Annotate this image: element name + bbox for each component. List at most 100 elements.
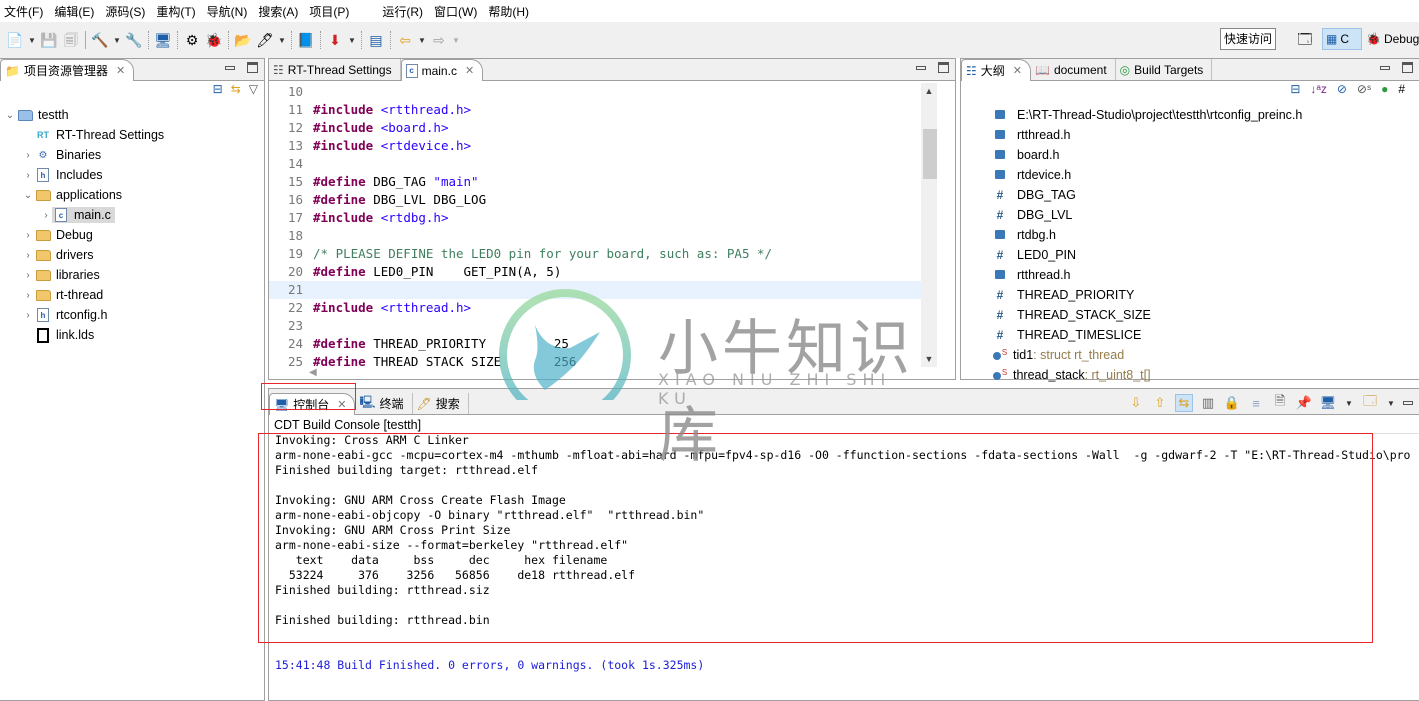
view-menu-icon[interactable]: ▽ [249, 82, 258, 96]
previous-output-icon[interactable]: ⇧ [1151, 394, 1169, 412]
menu-item[interactable]: 重构(T) [152, 3, 202, 20]
sort-az-icon[interactable]: ↓ᵃz [1310, 82, 1326, 96]
outline-item[interactable]: # DBG_LVL [961, 205, 1419, 225]
minimize-icon[interactable] [1380, 66, 1390, 70]
menu-item[interactable]: 搜索(A) [254, 3, 305, 20]
open-console-dropdown-icon[interactable]: ▼ [1385, 392, 1397, 414]
vertical-scrollbar[interactable]: ▲ ▼ [921, 83, 937, 367]
code-line[interactable]: 13 #include <rtdevice.h> [269, 137, 925, 155]
code-editor[interactable]: 10 11 #include <rtthread.h> 12 #include <boa… [269, 83, 925, 367]
tab-outline[interactable]: ☷ 大纲 ✕ [961, 59, 1031, 81]
tree-item[interactable]: › libraries [0, 265, 264, 285]
tree-item[interactable]: ⌄ applications [0, 185, 264, 205]
build-hammer-icon[interactable]: 🔨 [89, 29, 111, 51]
back-arrow-icon[interactable]: ⇦ [394, 29, 416, 51]
code-line[interactable]: 19 /* PLEASE DEFINE the LED0 pin for your… [269, 245, 925, 263]
outline-item[interactable]: rtdbg.h [961, 225, 1419, 245]
tab-project-explorer[interactable]: 📁 项目资源管理器 ✕ [0, 59, 135, 81]
code-line[interactable]: 16 #define DBG_LVL DBG_LOG [269, 191, 925, 209]
code-line[interactable]: 14 [269, 155, 925, 173]
outline-item[interactable]: Sthread_stack : rt_uint8_t[] [961, 365, 1419, 385]
download-dropdown-icon[interactable]: ▼ [276, 29, 288, 51]
collapse-all-icon[interactable]: ⊟ [1290, 82, 1300, 96]
next-output-icon[interactable]: ⇩ [1127, 394, 1145, 412]
menu-item[interactable]: 帮助(H) [484, 3, 536, 20]
outline-item[interactable]: # THREAD_PRIORITY [961, 285, 1419, 305]
new-dropdown-icon[interactable]: ▼ [26, 29, 38, 51]
tree-item[interactable]: › h rtconfig.h [0, 305, 264, 325]
tab-console[interactable]: 🖥 控制台 ✕ [269, 393, 356, 415]
minimize-icon[interactable] [225, 66, 235, 70]
horizontal-scrollbar[interactable]: ◀ [309, 367, 929, 379]
maximize-icon[interactable] [247, 62, 258, 73]
link-with-editor-icon[interactable]: ⇆ [231, 82, 241, 96]
tree-item[interactable]: › drivers [0, 245, 264, 265]
chevron-right-icon[interactable]: › [22, 150, 34, 161]
chevron-right-icon[interactable]: › [40, 210, 52, 221]
minimize-icon[interactable] [1403, 401, 1413, 405]
tab-terminal[interactable]: 🖳 终端 [355, 393, 413, 414]
close-icon[interactable]: ✕ [465, 64, 474, 77]
rt-settings-gear-icon[interactable]: ⚙ [181, 29, 203, 51]
maximize-icon[interactable] [938, 62, 949, 73]
outline-item[interactable]: # LED0_PIN [961, 245, 1419, 265]
hide-non-public-icon[interactable]: ● [1381, 82, 1388, 96]
menu-item[interactable]: 窗口(W) [430, 3, 484, 20]
close-icon[interactable]: ✕ [116, 64, 125, 77]
flash-download-icon[interactable]: ⬇ [324, 29, 346, 51]
tree-item[interactable]: › h Includes [0, 165, 264, 185]
chevron-right-icon[interactable]: › [22, 310, 34, 321]
chevron-right-icon[interactable]: › [22, 170, 34, 181]
menu-item[interactable]: 编辑(E) [50, 3, 101, 20]
code-line[interactable]: 23 [269, 317, 925, 335]
menu-item[interactable]: 运行(R) [378, 3, 430, 20]
tree-item[interactable]: › ⚙ Binaries [0, 145, 264, 165]
tab-rt-thread-settings[interactable]: ☷ RT-Thread Settings [269, 59, 401, 80]
hide-macros-icon[interactable]: # [1398, 82, 1405, 96]
download-pen-icon[interactable]: 🖊 [254, 29, 276, 51]
open-console-icon[interactable]: 🗔 [1361, 393, 1379, 412]
window-icon[interactable]: ▤ [365, 29, 387, 51]
tree-item[interactable]: RT RT-Thread Settings [0, 125, 264, 145]
perspective-debug-button[interactable]: 🐞 Debug [1366, 28, 1419, 50]
terminal-icon[interactable]: 🖥 [152, 29, 174, 51]
menu-item[interactable]: 导航(N) [203, 3, 255, 20]
settings-wrench-icon[interactable]: 🔧 [123, 29, 145, 51]
chevron-down-icon[interactable]: ⌄ [22, 190, 34, 201]
tree-item[interactable]: ⌄ testth [0, 105, 264, 125]
chevron-right-icon[interactable]: › [22, 270, 34, 281]
open-folder-icon[interactable]: 📂 [232, 29, 254, 51]
hide-static-icon[interactable]: ⊘ˢ [1357, 82, 1371, 96]
code-line[interactable]: 22 #include <rtthread.h> [269, 299, 925, 317]
tab-main-c[interactable]: c main.c ✕ [400, 59, 484, 81]
tree-item[interactable]: link.lds [0, 325, 264, 345]
outline-item[interactable]: rtdevice.h [961, 165, 1419, 185]
pin-console-icon[interactable]: 📌 [1295, 394, 1313, 412]
clear-console-icon[interactable]: 🗎 [1271, 393, 1289, 412]
outline-item[interactable]: # THREAD_STACK_SIZE [961, 305, 1419, 325]
console-output[interactable]: Invoking: Cross ARM C Linker arm-none-eab… [275, 433, 1419, 673]
save-all-icon[interactable]: 🗐 [60, 29, 82, 51]
outline-item[interactable]: # THREAD_TIMESLICE [961, 325, 1419, 345]
quick-access-input[interactable]: 快速访问 [1220, 28, 1277, 50]
display-console-dropdown-icon[interactable]: ▼ [1343, 392, 1355, 414]
chevron-right-icon[interactable]: › [22, 230, 34, 241]
close-icon[interactable]: ✕ [337, 398, 346, 411]
menu-item[interactable]: 源码(S) [101, 3, 152, 20]
outline-item[interactable]: rtthread.h [961, 125, 1419, 145]
code-line[interactable]: 24 #define THREAD_PRIORITY 25 [269, 335, 925, 353]
sdk-book-icon[interactable]: 📘 [295, 29, 317, 51]
code-line[interactable]: 20 #define LED0_PIN GET_PIN(A, 5) [269, 263, 925, 281]
maximize-icon[interactable] [1402, 62, 1413, 73]
build-dropdown-icon[interactable]: ▼ [111, 29, 123, 51]
open-perspective-icon[interactable]: 🗔 [1294, 28, 1316, 50]
tab-search[interactable]: 🖊 搜索 [412, 393, 469, 414]
outline-item[interactable]: # DBG_TAG [961, 185, 1419, 205]
scroll-thumb[interactable] [923, 129, 937, 179]
pin-lock-icon[interactable]: 🔒 [1223, 394, 1241, 412]
outline-item[interactable]: E:\RT-Thread-Studio\project\testth\rtcon… [961, 105, 1419, 125]
forward-arrow-icon[interactable]: ⇨ [428, 29, 450, 51]
new-wizard-icon[interactable]: 📄 [4, 29, 26, 51]
menu-item[interactable]: 项目(P) [305, 3, 356, 20]
scroll-left-icon[interactable]: ◀ [309, 367, 317, 378]
